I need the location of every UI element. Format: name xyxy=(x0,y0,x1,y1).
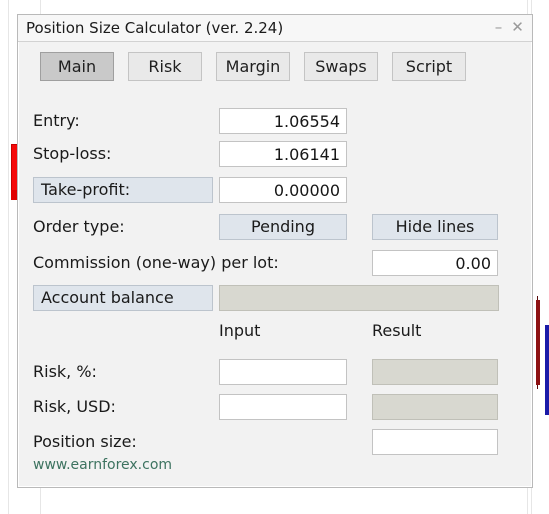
tab-main[interactable]: Main xyxy=(40,52,114,81)
tab-risk[interactable]: Risk xyxy=(128,52,202,81)
order-type-label: Order type: xyxy=(33,217,125,236)
position-size-value[interactable] xyxy=(372,429,498,455)
risk-percent-label: Risk, %: xyxy=(33,362,97,381)
earnforex-link[interactable]: www.earnforex.com xyxy=(33,457,172,473)
close-icon[interactable]: ✕ xyxy=(510,20,525,35)
commission-row: Commission (one-way) per lot: xyxy=(18,250,532,276)
entry-input[interactable] xyxy=(219,108,347,134)
column-header-result: Result xyxy=(372,321,422,340)
position-size-calculator-panel: Position Size Calculator (ver. 2.24) – ✕… xyxy=(17,14,533,488)
minimize-icon[interactable]: – xyxy=(491,20,506,35)
risk-percent-row: Risk, %: xyxy=(18,359,532,385)
chart-gridline xyxy=(8,0,9,514)
order-type-button[interactable]: Pending xyxy=(219,214,347,240)
tab-swaps[interactable]: Swaps xyxy=(304,52,378,81)
entry-label: Entry: xyxy=(33,111,80,130)
take-profit-input[interactable] xyxy=(219,177,347,203)
hide-lines-button[interactable]: Hide lines xyxy=(372,214,498,240)
stop-loss-label: Stop-loss: xyxy=(33,144,112,163)
account-balance-button[interactable]: Account balance xyxy=(33,285,213,311)
entry-row: Entry: xyxy=(18,108,532,134)
chart-indicator-line xyxy=(545,325,549,415)
risk-percent-input[interactable] xyxy=(219,359,347,385)
window-titlebar: Position Size Calculator (ver. 2.24) – ✕ xyxy=(18,15,532,42)
stop-loss-row: Stop-loss: xyxy=(18,141,532,167)
tab-script[interactable]: Script xyxy=(392,52,466,81)
account-balance-value xyxy=(219,285,499,311)
risk-percent-result xyxy=(372,359,498,385)
risk-usd-result xyxy=(372,394,498,420)
stop-loss-input[interactable] xyxy=(219,141,347,167)
window-title: Position Size Calculator (ver. 2.24) xyxy=(26,19,284,37)
column-header-input: Input xyxy=(219,321,261,340)
take-profit-button[interactable]: Take-profit: xyxy=(33,177,213,203)
commission-label: Commission (one-way) per lot: xyxy=(33,253,279,272)
account-balance-row: Account balance xyxy=(18,285,532,311)
take-profit-row: Take-profit: xyxy=(18,177,532,203)
candlestick-body-right xyxy=(536,300,540,385)
tab-margin[interactable]: Margin xyxy=(216,52,290,81)
position-size-label: Position size: xyxy=(33,432,137,451)
position-size-row: Position size: xyxy=(18,429,532,455)
risk-usd-label: Risk, USD: xyxy=(33,397,116,416)
order-type-row: Order type: Pending Hide lines xyxy=(18,214,532,240)
risk-usd-input[interactable] xyxy=(219,394,347,420)
tab-bar: Main Risk Margin Swaps Script xyxy=(40,52,466,81)
commission-input[interactable] xyxy=(372,250,498,276)
risk-usd-row: Risk, USD: xyxy=(18,394,532,420)
